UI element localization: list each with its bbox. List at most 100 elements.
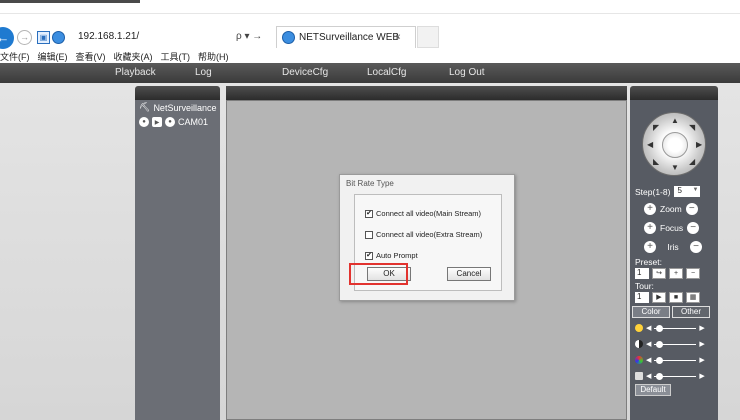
slider-left-icon[interactable]: ◀: [646, 356, 651, 364]
browser-menubar: 文件(F) 编辑(E) 查看(V) 收藏夹(A) 工具(T) 帮助(H): [0, 50, 740, 63]
tour-stop-icon[interactable]: ■: [669, 292, 683, 303]
ptz-right-icon[interactable]: ▶: [696, 140, 702, 149]
ptz-panel-header: [630, 86, 718, 100]
record-icon[interactable]: ●: [139, 117, 149, 127]
slider-right-icon[interactable]: ▶: [699, 356, 704, 364]
menu-edit[interactable]: 编辑(E): [38, 50, 68, 63]
browser-toolbar: ← → ▣ 192.168.1.21/ ρ ▾ → NETSurveillanc…: [0, 23, 740, 50]
ptz-center-button[interactable]: [662, 132, 688, 158]
option-extra-stream[interactable]: Connect all video(Extra Stream): [365, 230, 482, 239]
slider-right-icon[interactable]: ▶: [699, 340, 704, 348]
menu-view[interactable]: 查看(V): [76, 50, 106, 63]
address-field[interactable]: 192.168.1.21/: [78, 31, 139, 42]
auto-prompt-checkbox[interactable]: ✔: [365, 251, 373, 260]
slider-left-icon[interactable]: ◀: [646, 372, 651, 380]
focus-row: + Focus −: [644, 222, 700, 234]
ptz-downleft-icon[interactable]: ◣: [653, 157, 659, 166]
tree-camera-item[interactable]: ● ▶ ● CAM01: [139, 117, 208, 127]
slider-left-icon[interactable]: ◀: [646, 324, 651, 332]
tour-label: Tour:: [635, 281, 654, 291]
auto-prompt-label: Auto Prompt: [376, 251, 418, 260]
contrast-slider[interactable]: ◀ ▶: [635, 340, 705, 348]
screen-top-strip: [0, 0, 740, 14]
slider-track[interactable]: [654, 324, 697, 332]
slider-track[interactable]: [654, 356, 697, 364]
ptz-upleft-icon[interactable]: ◤: [653, 123, 659, 132]
address-icons: ▣: [37, 31, 65, 44]
main-stream-label: Connect all video(Main Stream): [376, 209, 482, 218]
nav-localcfg[interactable]: LocalCfg: [367, 67, 406, 78]
search-refresh-icons[interactable]: ρ ▾ →: [236, 31, 262, 42]
browser-tab[interactable]: NETSurveillance WEB ×: [276, 26, 416, 48]
menu-help[interactable]: 帮助(H): [198, 50, 229, 63]
top-dark-bar: [0, 0, 140, 3]
preset-add-icon[interactable]: +: [669, 268, 683, 279]
tab-title: NETSurveillance WEB: [299, 32, 400, 43]
back-icon[interactable]: ←: [0, 27, 14, 49]
slider-left-icon[interactable]: ◀: [646, 340, 651, 348]
tab-other[interactable]: Other: [672, 306, 710, 318]
play-icon[interactable]: ▶: [152, 117, 162, 127]
slider-right-icon[interactable]: ▶: [699, 372, 704, 380]
preset-goto-icon[interactable]: ↪: [652, 268, 666, 279]
tour-input[interactable]: 1: [635, 292, 649, 303]
ptz-down-icon[interactable]: ▼: [671, 163, 679, 172]
nav-logout[interactable]: Log Out: [449, 67, 485, 78]
ptz-direction-pad[interactable]: ▲ ▼ ◀ ▶ ◤ ◥ ◣ ◢: [642, 112, 706, 176]
zoom-label: Zoom: [660, 204, 682, 214]
focus-label: Focus: [660, 223, 684, 233]
camera-icon[interactable]: ●: [165, 117, 175, 127]
focus-in-icon[interactable]: +: [644, 222, 656, 234]
iris-open-icon[interactable]: +: [644, 241, 656, 253]
focus-out-icon[interactable]: −: [687, 222, 700, 234]
ptz-upright-icon[interactable]: ◥: [689, 123, 695, 132]
tour-play-icon[interactable]: ▶: [652, 292, 666, 303]
brightness-slider[interactable]: ◀ ▶: [635, 324, 705, 332]
zoom-in-icon[interactable]: +: [644, 203, 656, 215]
extra-stream-checkbox[interactable]: [365, 230, 373, 239]
preset-remove-icon[interactable]: −: [686, 268, 700, 279]
menu-favorites[interactable]: 收藏夹(A): [114, 50, 153, 63]
tour-controls: 1 ▶ ■ ▦: [635, 292, 700, 303]
camera-label: CAM01: [178, 117, 209, 127]
forward-icon[interactable]: →: [17, 30, 32, 45]
menu-tools[interactable]: 工具(T): [161, 50, 191, 63]
new-tab-button[interactable]: [417, 26, 439, 48]
nav-log[interactable]: Log: [195, 67, 212, 78]
saturation-icon: [635, 356, 643, 364]
slider-track[interactable]: [654, 340, 697, 348]
slider-track[interactable]: [654, 372, 697, 380]
preset-label: Preset:: [635, 257, 662, 267]
ie-logo-icon: [52, 31, 65, 44]
iris-label: Iris: [667, 242, 679, 252]
menu-file[interactable]: 文件(F): [0, 50, 30, 63]
tab-color[interactable]: Color: [632, 306, 670, 318]
tab-close-icon[interactable]: ×: [395, 32, 401, 43]
saturation-slider[interactable]: ◀ ▶: [635, 356, 705, 364]
preset-input[interactable]: 1: [635, 268, 649, 279]
option-auto-prompt[interactable]: ✔ Auto Prompt: [365, 251, 418, 260]
dialog-title: Bit Rate Type: [346, 179, 394, 188]
slider-right-icon[interactable]: ▶: [699, 324, 704, 332]
cancel-button[interactable]: Cancel: [447, 267, 491, 281]
video-panel-header: [226, 86, 627, 100]
iris-close-icon[interactable]: −: [690, 241, 702, 253]
nav-devicecfg[interactable]: DeviceCfg: [282, 67, 328, 78]
zoom-row: + Zoom −: [644, 203, 698, 215]
nav-playback[interactable]: Playback: [115, 67, 156, 78]
ptz-up-icon[interactable]: ▲: [671, 116, 679, 125]
zoom-out-icon[interactable]: −: [685, 203, 698, 215]
compat-view-icon[interactable]: ▣: [37, 31, 50, 44]
device-tree-icon: ⛏: [139, 102, 151, 112]
extra-stream-label: Connect all video(Extra Stream): [376, 230, 483, 239]
option-main-stream[interactable]: ✔ Connect all video(Main Stream): [365, 209, 481, 218]
app-nav-bar: Playback Log DeviceCfg LocalCfg Log Out: [0, 63, 740, 83]
tree-root-item[interactable]: ⛏ NetSurveillance: [139, 102, 216, 113]
tour-grid-icon[interactable]: ▦: [686, 292, 700, 303]
main-stream-checkbox[interactable]: ✔: [365, 209, 373, 218]
default-button[interactable]: Default: [635, 384, 671, 396]
ptz-left-icon[interactable]: ◀: [647, 140, 653, 149]
step-select[interactable]: 5: [674, 186, 701, 197]
hue-slider[interactable]: ◀ ▶: [635, 372, 705, 380]
ptz-downright-icon[interactable]: ◢: [689, 157, 695, 166]
